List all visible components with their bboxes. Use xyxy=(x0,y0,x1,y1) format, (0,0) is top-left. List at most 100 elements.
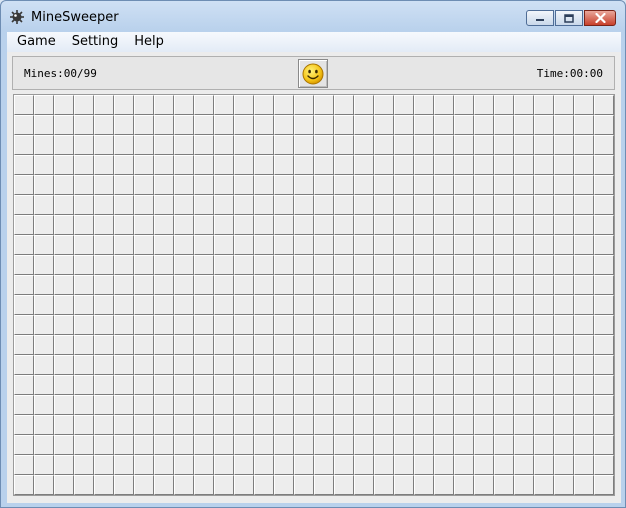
mine-cell[interactable] xyxy=(254,315,274,335)
mine-cell[interactable] xyxy=(394,195,414,215)
mine-cell[interactable] xyxy=(134,235,154,255)
mine-cell[interactable] xyxy=(374,235,394,255)
mine-cell[interactable] xyxy=(314,475,334,495)
mine-cell[interactable] xyxy=(74,135,94,155)
mine-cell[interactable] xyxy=(14,335,34,355)
mine-cell[interactable] xyxy=(234,455,254,475)
mine-cell[interactable] xyxy=(314,215,334,235)
mine-cell[interactable] xyxy=(94,175,114,195)
mine-cell[interactable] xyxy=(54,415,74,435)
mine-cell[interactable] xyxy=(434,475,454,495)
mine-cell[interactable] xyxy=(434,235,454,255)
mine-cell[interactable] xyxy=(354,335,374,355)
mine-cell[interactable] xyxy=(154,195,174,215)
mine-cell[interactable] xyxy=(414,415,434,435)
mine-cell[interactable] xyxy=(374,215,394,235)
mine-cell[interactable] xyxy=(514,215,534,235)
mine-cell[interactable] xyxy=(554,375,574,395)
mine-cell[interactable] xyxy=(74,195,94,215)
mine-cell[interactable] xyxy=(174,455,194,475)
mine-cell[interactable] xyxy=(154,255,174,275)
mine-cell[interactable] xyxy=(394,255,414,275)
mine-cell[interactable] xyxy=(354,355,374,375)
mine-cell[interactable] xyxy=(54,235,74,255)
mine-cell[interactable] xyxy=(194,195,214,215)
mine-cell[interactable] xyxy=(154,315,174,335)
mine-cell[interactable] xyxy=(254,475,274,495)
mine-cell[interactable] xyxy=(234,295,254,315)
mine-cell[interactable] xyxy=(154,215,174,235)
mine-cell[interactable] xyxy=(114,155,134,175)
mine-cell[interactable] xyxy=(174,355,194,375)
mine-cell[interactable] xyxy=(114,235,134,255)
mine-cell[interactable] xyxy=(454,155,474,175)
mine-cell[interactable] xyxy=(414,375,434,395)
mine-cell[interactable] xyxy=(234,355,254,375)
mine-cell[interactable] xyxy=(334,175,354,195)
mine-cell[interactable] xyxy=(474,155,494,175)
mine-cell[interactable] xyxy=(174,315,194,335)
mine-cell[interactable] xyxy=(14,295,34,315)
mine-cell[interactable] xyxy=(214,235,234,255)
mine-cell[interactable] xyxy=(334,455,354,475)
mine-cell[interactable] xyxy=(274,275,294,295)
mine-cell[interactable] xyxy=(194,295,214,315)
mine-cell[interactable] xyxy=(74,95,94,115)
mine-cell[interactable] xyxy=(74,435,94,455)
mine-cell[interactable] xyxy=(254,415,274,435)
mine-cell[interactable] xyxy=(574,415,594,435)
mine-cell[interactable] xyxy=(394,435,414,455)
mine-cell[interactable] xyxy=(14,475,34,495)
mine-cell[interactable] xyxy=(374,115,394,135)
mine-cell[interactable] xyxy=(294,415,314,435)
mine-cell[interactable] xyxy=(274,435,294,455)
mine-cell[interactable] xyxy=(174,135,194,155)
mine-cell[interactable] xyxy=(114,375,134,395)
mine-cell[interactable] xyxy=(414,315,434,335)
mine-cell[interactable] xyxy=(194,255,214,275)
mine-cell[interactable] xyxy=(214,275,234,295)
mine-cell[interactable] xyxy=(474,475,494,495)
mine-cell[interactable] xyxy=(314,155,334,175)
mine-cell[interactable] xyxy=(454,455,474,475)
mine-cell[interactable] xyxy=(14,395,34,415)
mine-cell[interactable] xyxy=(494,155,514,175)
mine-cell[interactable] xyxy=(234,375,254,395)
mine-cell[interactable] xyxy=(334,355,354,375)
mine-cell[interactable] xyxy=(34,195,54,215)
mine-cell[interactable] xyxy=(194,415,214,435)
mine-cell[interactable] xyxy=(14,175,34,195)
mine-cell[interactable] xyxy=(414,115,434,135)
mine-cell[interactable] xyxy=(334,375,354,395)
mine-cell[interactable] xyxy=(534,455,554,475)
mine-cell[interactable] xyxy=(474,195,494,215)
mine-cell[interactable] xyxy=(74,315,94,335)
mine-cell[interactable] xyxy=(254,135,274,155)
mine-cell[interactable] xyxy=(534,475,554,495)
mine-cell[interactable] xyxy=(514,475,534,495)
mine-cell[interactable] xyxy=(74,155,94,175)
mine-cell[interactable] xyxy=(594,255,614,275)
mine-cell[interactable] xyxy=(14,95,34,115)
mine-cell[interactable] xyxy=(434,115,454,135)
mine-cell[interactable] xyxy=(394,215,414,235)
mine-cell[interactable] xyxy=(354,295,374,315)
mine-cell[interactable] xyxy=(314,335,334,355)
mine-cell[interactable] xyxy=(214,355,234,375)
mine-cell[interactable] xyxy=(514,415,534,435)
mine-cell[interactable] xyxy=(594,415,614,435)
mine-cell[interactable] xyxy=(434,335,454,355)
mine-cell[interactable] xyxy=(314,235,334,255)
mine-cell[interactable] xyxy=(254,235,274,255)
mine-cell[interactable] xyxy=(514,95,534,115)
mine-cell[interactable] xyxy=(554,115,574,135)
mine-cell[interactable] xyxy=(354,275,374,295)
mine-cell[interactable] xyxy=(194,175,214,195)
mine-cell[interactable] xyxy=(414,295,434,315)
mine-cell[interactable] xyxy=(414,435,434,455)
mine-cell[interactable] xyxy=(34,235,54,255)
mine-cell[interactable] xyxy=(374,95,394,115)
mine-cell[interactable] xyxy=(334,335,354,355)
mine-cell[interactable] xyxy=(334,195,354,215)
mine-cell[interactable] xyxy=(414,195,434,215)
